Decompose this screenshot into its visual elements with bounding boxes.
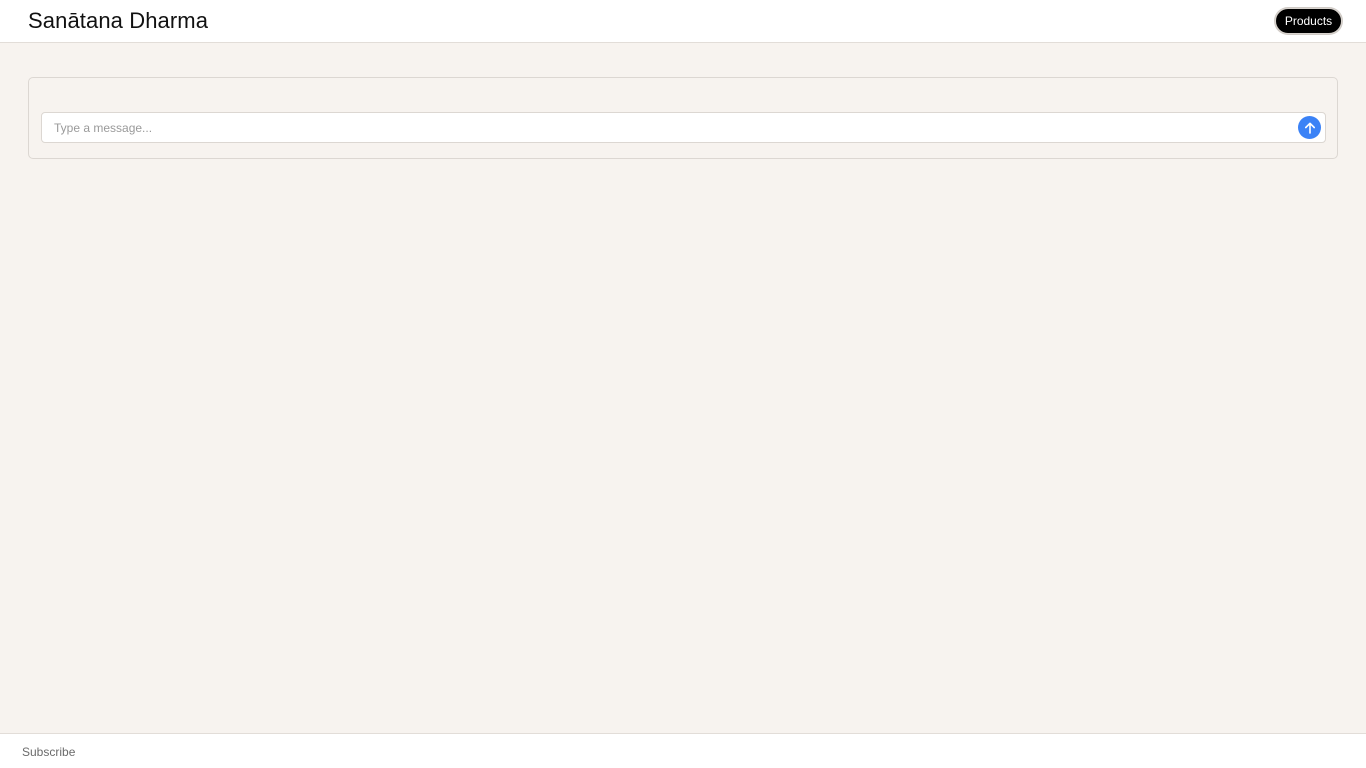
arrow-up-icon: [1304, 122, 1315, 134]
site-title: Sanātana Dharma: [28, 8, 209, 33]
message-box: [41, 112, 1326, 143]
subscribe-link[interactable]: Subscribe: [22, 744, 75, 760]
products-button[interactable]: Products: [1275, 8, 1342, 34]
site-footer: Subscribe: [0, 733, 1366, 768]
message-input[interactable]: [42, 113, 1292, 142]
site-header: Sanātana Dharma Products: [0, 0, 1366, 43]
chat-panel: [28, 77, 1338, 159]
send-button[interactable]: [1298, 116, 1321, 139]
